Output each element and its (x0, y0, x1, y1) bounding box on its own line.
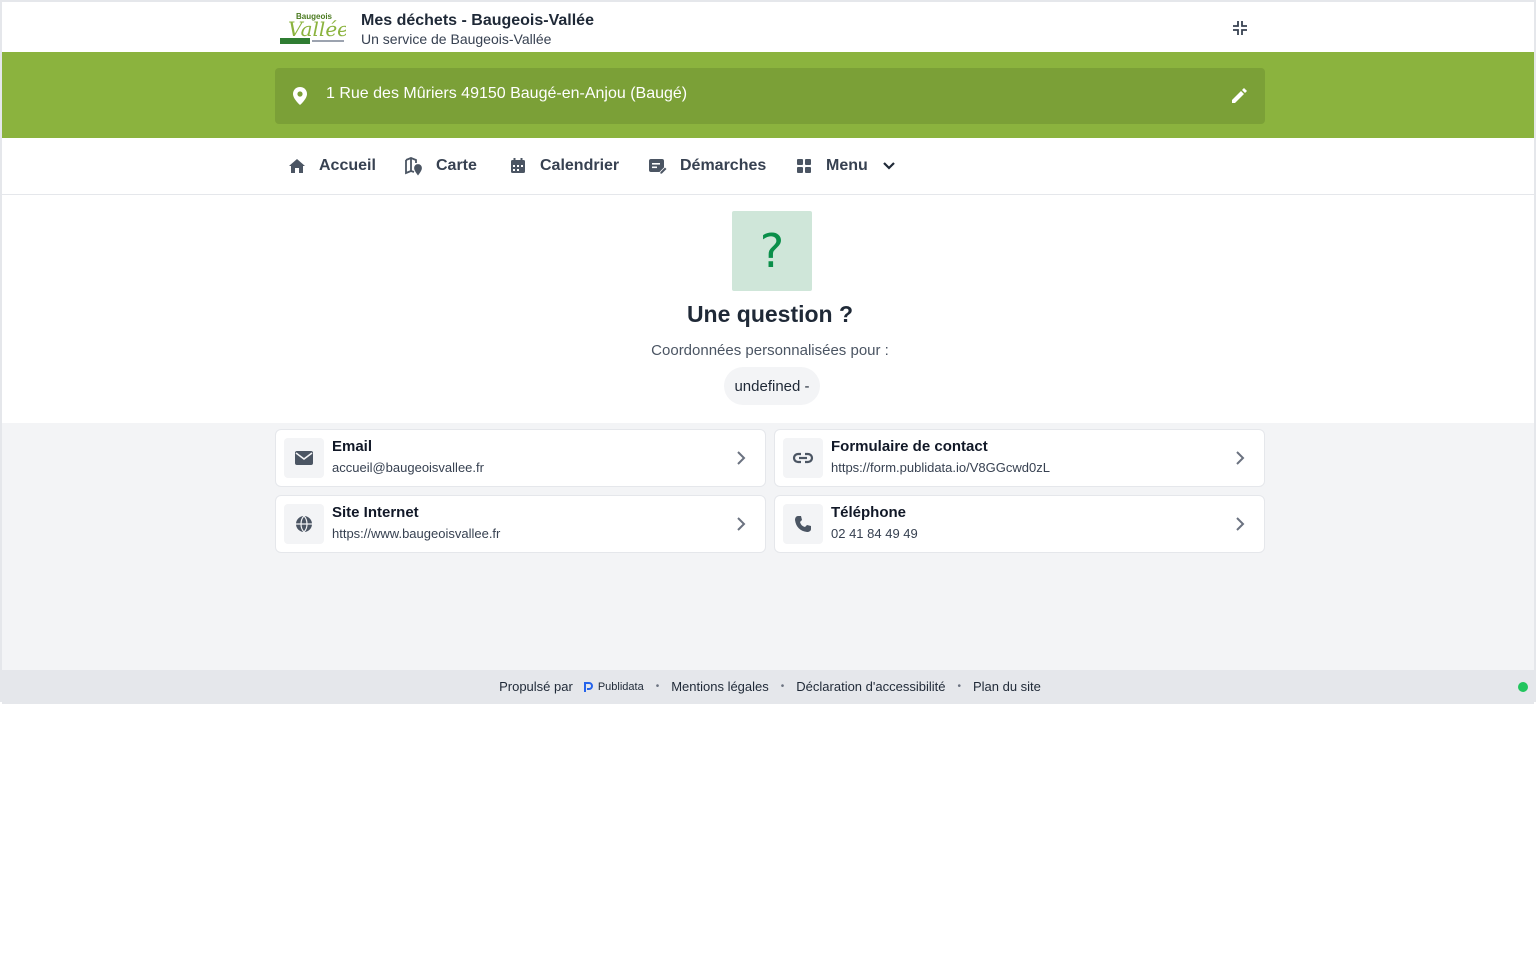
separator: • (655, 681, 660, 692)
location-pin-icon (293, 87, 307, 105)
main-nav: Accueil Carte Calendrier Démarches Menu (2, 138, 1534, 195)
card-value: accueil@baugeoisvallee.fr (332, 460, 484, 475)
chevron-right-icon (737, 517, 746, 531)
publidata-brand: Publidata (597, 680, 644, 693)
mentions-legales-link[interactable]: Mentions légales (671, 679, 769, 694)
status-indicator (1518, 682, 1528, 692)
sitemap-link[interactable]: Plan du site (973, 679, 1041, 694)
card-title: Site Internet (332, 504, 419, 521)
separator: • (957, 681, 961, 692)
collapse-button[interactable] (1228, 16, 1252, 40)
calendar-icon (508, 156, 528, 176)
chevron-right-icon (1236, 451, 1245, 465)
chevron-down-icon (882, 161, 896, 171)
card-title: Téléphone (831, 504, 907, 521)
question-section: ? Une question ? Coordonnées personnalis… (2, 195, 1534, 423)
nav-label: Calendrier (540, 157, 620, 174)
collapse-icon (1233, 21, 1247, 35)
card-value: https://form.publidata.io/V8GGcwd0zL (831, 460, 1050, 475)
globe-icon (284, 504, 324, 544)
nav-label: Menu (826, 157, 868, 174)
address-text: 1 Rue des Mûriers 49150 Baugé-en-Anjou (… (326, 85, 688, 102)
powered-by-label: Propulsé par (499, 679, 573, 694)
nav-label: Carte (436, 157, 477, 174)
footer: Propulsé par Publidata • Mentions légale… (2, 670, 1534, 704)
card-value: https://www.baugeoisvallee.fr (332, 526, 501, 541)
publidata-logo-icon (583, 681, 593, 692)
pencil-icon (1232, 88, 1247, 103)
address-selector[interactable]: 1 Rue des Mûriers 49150 Baugé-en-Anjou (… (275, 68, 1265, 124)
card-title: Formulaire de contact (831, 438, 988, 455)
edit-form-icon (648, 156, 668, 176)
app-subtitle: Un service de Baugeois-Vallée (361, 31, 552, 47)
app-title: Mes déchets - Baugeois-Vallée (361, 12, 594, 29)
card-value: 02 41 84 49 49 (831, 526, 918, 541)
phone-icon (783, 504, 823, 544)
map-pin-icon (404, 156, 424, 176)
nav-label: Accueil (319, 157, 376, 174)
separator: • (780, 681, 785, 692)
card-title: Email (332, 438, 373, 455)
top-bar: Baugeois Vallée Mes déchets - Baugeois-V… (2, 2, 1534, 52)
nav-item-calendrier[interactable]: Calendrier (508, 138, 619, 194)
address-band: 1 Rue des Mûriers 49150 Baugé-en-Anjou (… (2, 52, 1534, 138)
page-title: Une question ? (686, 301, 854, 327)
baugeois-vallee-logo: Baugeois Vallée (278, 10, 349, 46)
envelope-icon (284, 438, 324, 478)
contact-card-form[interactable]: Formulaire de contact https://form.publi… (774, 429, 1265, 487)
grid-icon (794, 156, 814, 176)
publidata-link[interactable]: Publidata (583, 681, 644, 693)
contact-card-email[interactable]: Email accueil@baugeoisvallee.fr (275, 429, 766, 487)
contact-card-phone[interactable]: Téléphone 02 41 84 49 49 (774, 495, 1265, 553)
nav-item-demarches[interactable]: Démarches (648, 138, 766, 194)
accessibility-link[interactable]: Déclaration d'accessibilité (796, 679, 945, 694)
chevron-right-icon (737, 451, 746, 465)
contact-card-website[interactable]: Site Internet https://www.baugeoisvallee… (275, 495, 766, 553)
nav-label: Démarches (680, 157, 767, 174)
question-icon: ? (732, 211, 812, 291)
svg-text:Vallée: Vallée (288, 17, 346, 41)
chevron-right-icon (1236, 517, 1245, 531)
nav-item-menu[interactable]: Menu (794, 138, 896, 194)
app-frame: Baugeois Vallée Mes déchets - Baugeois-V… (0, 0, 1536, 704)
question-mark: ? (759, 224, 785, 278)
contact-subtitle: Coordonnées personnalisées pour : (651, 342, 889, 359)
footer-links: Propulsé par Publidata • Mentions légale… (2, 679, 1536, 694)
context-badge: undefined - (724, 367, 820, 405)
link-icon (783, 438, 823, 478)
nav-item-carte[interactable]: Carte (404, 138, 477, 194)
home-icon (287, 156, 307, 176)
nav-item-accueil[interactable]: Accueil (287, 138, 376, 194)
